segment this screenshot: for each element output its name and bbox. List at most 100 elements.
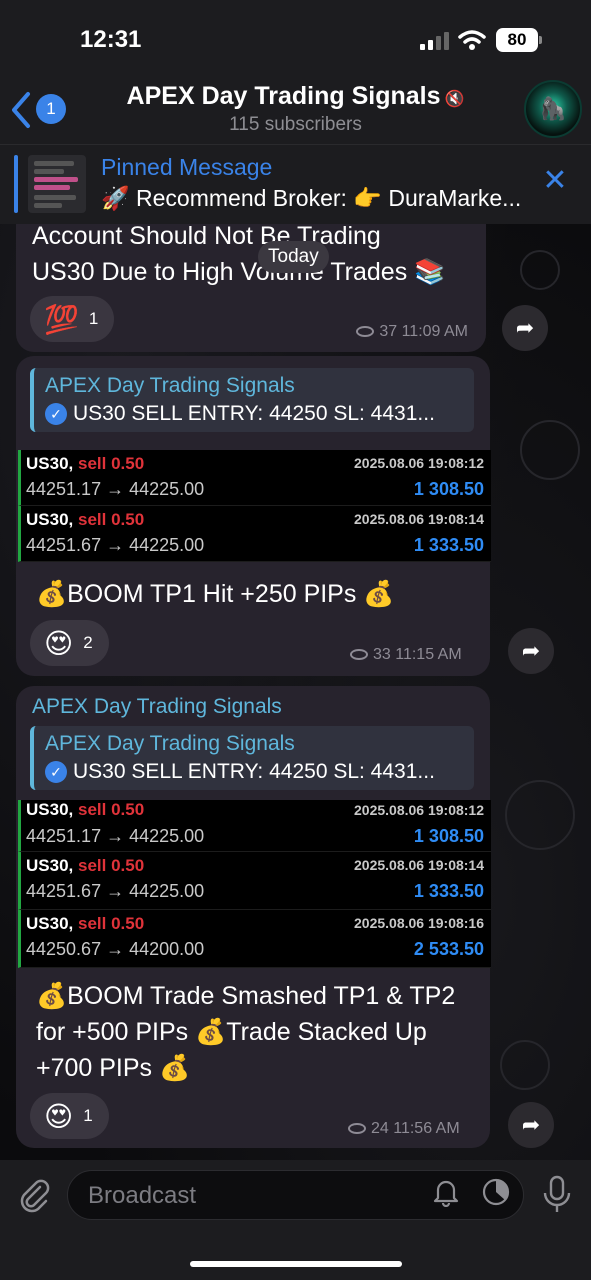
input-placeholder: Broadcast <box>88 1182 197 1209</box>
quote-text-row: ✓ US30 SELL ENTRY: 44250 SL: 4431... <box>45 402 435 426</box>
trade-prices: 44251.67 → 44225.00 <box>26 535 205 555</box>
mute-icon: 🔇 <box>444 91 465 108</box>
trade-date: 2025.08.06 19:08:12 <box>354 802 484 818</box>
trade-row: US30, sell 0.50 2025.08.06 19:08:14 4425… <box>18 852 491 910</box>
message-time: 11:09 AM <box>401 323 468 340</box>
trade-prices: 44251.17 → 44225.00 <box>26 479 205 499</box>
home-indicator <box>190 1261 402 1267</box>
trade-symbol: US30, <box>26 800 74 819</box>
quote-author: APEX Day Trading Signals <box>45 732 295 755</box>
trade-profit: 2 533.50 <box>413 939 484 959</box>
trade-side: sell 0.50 <box>77 510 145 529</box>
schedule-timer-icon[interactable] <box>481 1177 511 1207</box>
reaction-count: 1 <box>88 309 99 328</box>
trade-profit: 1 308.50 <box>413 479 484 499</box>
reaction-chip[interactable]: 😍 1 <box>30 1093 109 1139</box>
trade-symbol-row: US30, sell 0.50 <box>26 800 144 820</box>
trade-date: 2025.08.06 19:08:12 <box>354 455 484 471</box>
trade-symbol: US30, <box>26 914 74 933</box>
trade-screenshot[interactable]: US30, sell 0.50 2025.08.06 19:08:12 4425… <box>18 800 491 968</box>
trade-row: US30, sell 0.50 2025.08.06 19:08:12 4425… <box>18 450 491 506</box>
trade-side: sell 0.50 <box>77 454 145 473</box>
reaction-chip[interactable]: 💯 1 <box>30 296 115 342</box>
message-line: +700 PIPs 💰 <box>36 1054 191 1082</box>
trade-row: US30, sell 0.50 2025.08.06 19:08:16 4425… <box>18 910 491 968</box>
attach-icon[interactable] <box>16 1177 52 1213</box>
quote-text: US30 SELL ENTRY: 44250 SL: 4431... <box>73 760 435 783</box>
trade-symbol: US30, <box>26 856 74 875</box>
date-chip: Today <box>258 241 329 273</box>
wallpaper-doodle <box>505 780 575 850</box>
trade-screenshot[interactable]: US30, sell 0.50 2025.08.06 19:08:12 4425… <box>18 450 491 562</box>
trade-date: 2025.08.06 19:08:16 <box>354 915 484 931</box>
battery-indicator: 80 <box>496 28 538 52</box>
forward-icon[interactable]: ➦ <box>502 305 548 351</box>
close-icon[interactable]: ✕ <box>542 166 568 196</box>
message-bubble[interactable]: Account Should Not Be Trading US30 Due t… <box>16 222 486 352</box>
message-meta: 37 11:09 AM <box>356 323 468 341</box>
views-icon <box>356 326 375 338</box>
message-text: 💰BOOM Trade Smashed TP1 & TP2 for +500 P… <box>36 978 455 1086</box>
trade-symbol-row: US30, sell 0.50 <box>26 510 144 530</box>
trade-prices: 44251.67 → 44225.00 <box>26 881 205 901</box>
forwarded-from[interactable]: APEX Day Trading Signals <box>32 695 282 719</box>
trade-prices: 44250.67 → 44200.00 <box>26 939 205 959</box>
reply-quote[interactable]: APEX Day Trading Signals ✓ US30 SELL ENT… <box>30 368 474 432</box>
message-line: US30 Due to High Volume Trades 📚 <box>32 258 446 286</box>
trade-date: 2025.08.06 19:08:14 <box>354 511 484 527</box>
avatar-logo-icon: 🦍 <box>539 96 567 121</box>
wallpaper-doodle <box>500 1040 550 1090</box>
verified-icon: ✓ <box>45 761 67 783</box>
pinned-text: 🚀 Recommend Broker: 👉 DuraMarke... <box>101 185 522 211</box>
message-line: for +500 PIPs 💰Trade Stacked Up <box>36 1018 427 1046</box>
trade-date: 2025.08.06 19:08:14 <box>354 857 484 873</box>
subscriber-count: 115 subscribers <box>229 114 362 135</box>
trade-row: US30, sell 0.50 2025.08.06 19:08:12 4425… <box>18 800 491 852</box>
view-count: 24 <box>371 1120 389 1137</box>
wallpaper-doodle <box>520 420 580 480</box>
view-count: 37 <box>379 323 398 340</box>
cellular-signal-icon <box>420 32 449 50</box>
trade-symbol-row: US30, sell 0.50 <box>26 856 144 876</box>
pinned-indicator <box>14 155 18 213</box>
reaction-emoji: 😍 <box>44 1100 74 1132</box>
pinned-label: Pinned Message <box>101 154 273 180</box>
reply-quote[interactable]: APEX Day Trading Signals ✓ US30 SELL ENT… <box>30 726 474 790</box>
trade-symbol-row: US30, sell 0.50 <box>26 914 144 934</box>
view-count: 33 <box>373 646 391 663</box>
bell-icon[interactable] <box>431 1177 461 1207</box>
microphone-icon[interactable] <box>539 1174 575 1214</box>
reaction-chip[interactable]: 😍 2 <box>30 620 109 666</box>
trade-side: sell 0.50 <box>77 856 145 875</box>
forward-icon[interactable]: ➦ <box>508 628 554 674</box>
trade-profit: 1 333.50 <box>413 881 484 901</box>
reaction-emoji: 💯 <box>44 303 79 335</box>
message-text: 💰BOOM TP1 Hit +250 PIPs 💰 <box>36 580 395 608</box>
forward-icon[interactable]: ➦ <box>508 1102 554 1148</box>
quote-author: APEX Day Trading Signals <box>45 374 295 397</box>
message-meta: 24 11:56 AM <box>348 1120 460 1138</box>
wifi-icon <box>458 30 486 50</box>
trade-row: US30, sell 0.50 2025.08.06 19:08:14 4425… <box>18 506 491 562</box>
reaction-emoji: 😍 <box>44 627 74 659</box>
battery-tip <box>539 36 542 44</box>
trade-symbol: US30, <box>26 454 74 473</box>
message-line: 💰BOOM Trade Smashed TP1 & TP2 <box>36 982 456 1010</box>
channel-title[interactable]: APEX Day Trading Signals 🔇 <box>0 82 591 111</box>
message-time: 11:56 AM <box>393 1120 460 1137</box>
reaction-count: 1 <box>83 1106 93 1125</box>
trade-side: sell 0.50 <box>77 914 145 933</box>
quote-text: US30 SELL ENTRY: 44250 SL: 4431... <box>73 402 435 425</box>
quote-text-row: ✓ US30 SELL ENTRY: 44250 SL: 4431... <box>45 760 435 784</box>
status-time: 12:31 <box>80 26 142 53</box>
trade-profit: 1 333.50 <box>413 535 484 555</box>
pinned-message-bar[interactable]: Pinned Message 🚀 Recommend Broker: 👉 Dur… <box>0 144 591 224</box>
message-line: Account Should Not Be Trading <box>32 222 381 250</box>
trade-profit: 1 308.50 <box>413 826 484 846</box>
trade-symbol: US30, <box>26 510 74 529</box>
channel-avatar[interactable]: 🦍 <box>524 80 582 138</box>
trade-side: sell 0.50 <box>77 800 145 819</box>
pinned-thumbnail <box>28 155 86 213</box>
verified-icon: ✓ <box>45 403 67 425</box>
chat-header: 12:31 80 1 APEX Day Trading Signals 🔇 115… <box>0 0 591 144</box>
